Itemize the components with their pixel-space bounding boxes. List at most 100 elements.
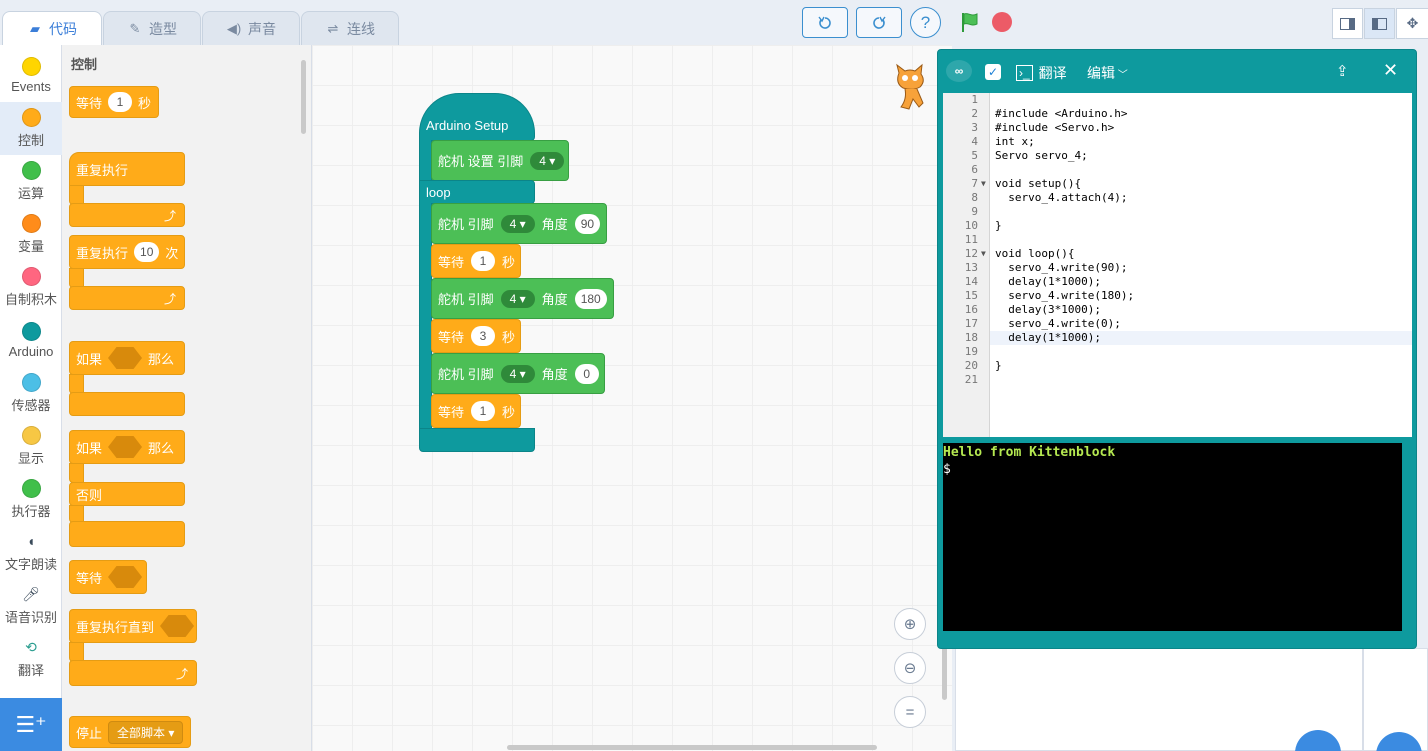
help-label: ? <box>920 12 931 32</box>
wait-block-1[interactable]: 等待 1 秒 <box>431 244 521 278</box>
stop-block[interactable]: 停止 全部脚本 ▾ <box>69 716 191 748</box>
wiring-icon: ⇌ <box>327 20 339 36</box>
wait-block-2[interactable]: 等待 3 秒 <box>431 319 521 353</box>
servo-write-block-1[interactable]: 舵机 引脚 4 ▾ 角度 90 <box>431 203 607 244</box>
line-number: 21 <box>964 373 978 386</box>
forever-block[interactable]: 重复执行 <box>69 152 185 186</box>
verify-checkbox[interactable]: ✓ <box>985 64 1001 80</box>
condition-slot[interactable] <box>160 615 195 637</box>
fold-arrow-icon[interactable]: ▼ <box>981 177 986 191</box>
angle-input[interactable]: 0 <box>574 363 599 384</box>
pin-dropdown[interactable]: 4 ▾ <box>500 289 535 308</box>
workspace-horizontal-scrollbar[interactable] <box>507 745 877 750</box>
script-workspace[interactable]: Arduino Setup 舵机 设置 引脚 4 ▾ loop 舵机 引脚 4 … <box>312 45 952 751</box>
code-line: } <box>995 219 1002 232</box>
stop-dropdown[interactable]: 全部脚本 ▾ <box>108 720 184 744</box>
undo-button[interactable] <box>802 7 848 38</box>
small-stage-button[interactable] <box>1332 8 1363 39</box>
serial-terminal[interactable]: Hello from Kittenblock $ <box>943 443 1402 631</box>
fold-arrow-icon[interactable]: ▼ <box>981 247 986 261</box>
category-sensors[interactable]: 传感器 <box>0 367 62 420</box>
line-number: 5 <box>971 149 978 162</box>
if-label: 如果 <box>76 351 103 367</box>
repeat-until-foot: ⤴ <box>69 660 197 686</box>
repeat-input[interactable]: 10 <box>134 242 160 262</box>
wait-block-3[interactable]: 等待 1 秒 <box>431 394 521 428</box>
control-dot-icon <box>21 108 41 127</box>
servo-write-block-3[interactable]: 舵机 引脚 4 ▾ 角度 0 <box>431 353 605 394</box>
code-line: servo_4.write(0); <box>995 317 1121 330</box>
zoom-out-icon: ⊖ <box>903 660 917 677</box>
zoom-reset-button[interactable]: = <box>894 696 926 728</box>
tab-costumes[interactable]: ✎ 造型 <box>103 11 201 45</box>
green-flag-icon[interactable] <box>958 10 982 34</box>
then-label: 那么 <box>148 351 175 367</box>
line-number: 11 <box>964 233 978 246</box>
redo-button[interactable] <box>856 7 902 38</box>
stop-icon[interactable] <box>992 12 1012 32</box>
wait-input[interactable]: 1 <box>471 401 496 421</box>
zoom-in-icon: ⊕ <box>903 616 917 633</box>
translate-label: 翻译 <box>1038 65 1067 81</box>
category-operators[interactable]: 运算 <box>0 155 62 208</box>
angle-input[interactable]: 90 <box>574 213 601 234</box>
pin-dropdown[interactable]: 4 ▾ <box>500 214 535 233</box>
wait-input[interactable]: 1 <box>108 92 133 112</box>
edit-menu[interactable]: 编辑 ﹀ <box>1087 63 1128 83</box>
pin-dropdown[interactable]: 4 ▾ <box>500 364 535 383</box>
wait-input[interactable]: 3 <box>471 326 496 346</box>
wait-block[interactable]: 等待 1 秒 <box>69 86 159 118</box>
terminal-prompt: $ <box>943 462 951 477</box>
servo-write-block-2[interactable]: 舵机 引脚 4 ▾ 角度 180 <box>431 278 614 319</box>
repeat-block[interactable]: 重复执行 10 次 <box>69 235 185 269</box>
condition-slot[interactable] <box>108 347 143 369</box>
loop-block[interactable]: loop <box>419 180 535 204</box>
category-events[interactable]: Events <box>0 49 62 102</box>
category-my-blocks[interactable]: 自制积木 <box>0 261 62 314</box>
close-button[interactable]: ✕ <box>1383 60 1398 81</box>
category-label: 显示 <box>17 451 44 466</box>
repeat-label: 重复执行 <box>76 245 129 261</box>
setup-pin-dropdown[interactable]: 4 ▾ <box>530 151 565 170</box>
tab-code[interactable]: ▰ 代码 <box>2 11 102 46</box>
category-speech-recognition[interactable]: 🎤︎ 语音识别 <box>0 579 62 632</box>
if-else-block[interactable]: 如果 那么 <box>69 430 185 464</box>
add-extension-button[interactable]: ☰⁺ <box>0 698 62 751</box>
category-translate[interactable]: ⟲ 翻译 <box>0 632 62 685</box>
arduino-setup-hat[interactable]: Arduino Setup <box>419 93 535 141</box>
category-control[interactable]: 控制 <box>0 102 62 155</box>
category-text-to-speech[interactable]: ◖ 文字朗读 <box>0 526 62 579</box>
angle-label: 角度 <box>541 292 568 307</box>
servo-label: 舵机 引脚 <box>438 367 494 382</box>
code-editor[interactable]: 1 2 #include <Arduino.h> 3 #include <Servo.h… <box>943 93 1412 437</box>
angle-input[interactable]: 180 <box>574 288 607 309</box>
category-label: 翻译 <box>17 663 44 678</box>
wait-input[interactable]: 1 <box>471 251 496 271</box>
upload-button[interactable]: ⇪ <box>1336 62 1349 80</box>
category-variables[interactable]: 变量 <box>0 208 62 261</box>
if-then-block[interactable]: 如果 那么 <box>69 341 185 375</box>
palette-scrollbar[interactable] <box>301 60 306 134</box>
category-actuators[interactable]: 执行器 <box>0 473 62 526</box>
display-dot-icon <box>21 426 41 445</box>
category-display[interactable]: 显示 <box>0 420 62 473</box>
tab-sounds[interactable]: ◀) 声音 <box>202 11 300 45</box>
condition-slot[interactable] <box>108 566 143 588</box>
condition-slot[interactable] <box>108 436 143 458</box>
translate-button[interactable]: ›_ 翻译 <box>1016 63 1067 83</box>
loop-arrow-icon: ⤴ <box>163 208 176 223</box>
servo-setup-block[interactable]: 舵机 设置 引脚 4 ▾ <box>431 140 569 181</box>
category-arduino[interactable]: Arduino <box>0 314 62 367</box>
repeat-until-block[interactable]: 重复执行直到 <box>69 609 197 643</box>
code-line: delay(3*1000); <box>995 303 1101 316</box>
help-button[interactable]: ? <box>910 7 941 38</box>
tab-wiring[interactable]: ⇌ 连线 <box>301 11 399 45</box>
forever-foot: ⤴ <box>69 203 185 227</box>
wait-until-block[interactable]: 等待 <box>69 560 147 594</box>
sprite-cat-icon[interactable] <box>889 63 931 113</box>
wait-label: 等待 <box>76 95 103 111</box>
fullscreen-button[interactable]: ✥ <box>1396 8 1428 39</box>
zoom-out-button[interactable]: ⊖ <box>894 652 926 684</box>
zoom-in-button[interactable]: ⊕ <box>894 608 926 640</box>
large-stage-button[interactable] <box>1364 8 1395 39</box>
